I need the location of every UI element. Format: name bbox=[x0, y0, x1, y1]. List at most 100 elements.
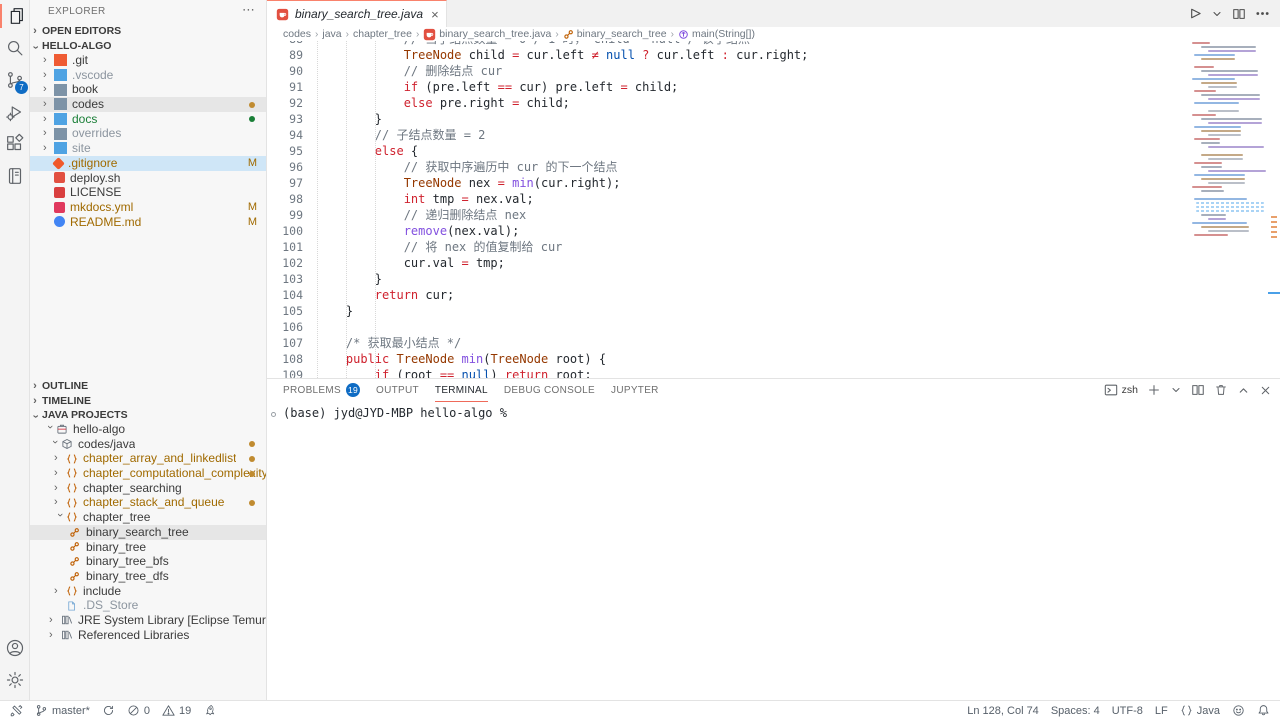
java-jre-system-library-eclipse-temurin-17-17[interactable]: › JRE System Library [Eclipse Temurin 17… bbox=[30, 613, 266, 628]
terminal-prompt[interactable]: (base) jyd@JYD-MBP hello-algo % bbox=[283, 406, 507, 420]
tab-binary-search-tree[interactable]: binary_search_tree.java × bbox=[267, 0, 447, 27]
more-actions-button[interactable] bbox=[1255, 6, 1270, 21]
breadcrumb-codes[interactable]: codes bbox=[283, 28, 311, 40]
code-editor[interactable]: 88 // 当子结点数量 = 0 / 1 时， child = null / 该… bbox=[267, 41, 1190, 378]
timeline-section[interactable]: › TIMELINE bbox=[30, 394, 266, 409]
java-ds-store[interactable]: .DS_Store bbox=[30, 598, 266, 613]
code-line-92[interactable]: 92 else pre.right = child; bbox=[267, 95, 1190, 111]
code-line-98[interactable]: 98 int tmp = nex.val; bbox=[267, 191, 1190, 207]
code-line-109[interactable]: 109 if (root == null) return root; bbox=[267, 367, 1190, 378]
java-codes-java[interactable]: › codes/java bbox=[30, 437, 266, 452]
code-line-95[interactable]: 95 else { bbox=[267, 143, 1190, 159]
jupyter-tab[interactable]: JUPYTER bbox=[611, 379, 659, 402]
file-deploy-sh[interactable]: deploy.sh bbox=[30, 171, 266, 186]
file-site[interactable]: › site bbox=[30, 141, 266, 156]
activity-account[interactable] bbox=[0, 632, 29, 664]
file-gitignore[interactable]: .gitignore M bbox=[30, 156, 266, 171]
eol[interactable]: LF bbox=[1155, 705, 1168, 717]
file-codes[interactable]: › codes bbox=[30, 97, 266, 112]
activity-settings[interactable] bbox=[0, 664, 29, 696]
sync-changes[interactable] bbox=[102, 704, 115, 717]
file-readme-md[interactable]: README.md M bbox=[30, 215, 266, 230]
code-line-104[interactable]: 104 return cur; bbox=[267, 287, 1190, 303]
feedback[interactable] bbox=[1232, 704, 1245, 717]
language-mode[interactable]: Java bbox=[1180, 704, 1220, 717]
more-actions-icon[interactable]: ⋯ bbox=[242, 2, 256, 18]
java-binary-tree-bfs[interactable]: binary_tree_bfs bbox=[30, 554, 266, 569]
java-include[interactable]: › include bbox=[30, 584, 266, 599]
java-chapter-searching[interactable]: › chapter_searching bbox=[30, 481, 266, 496]
file-git[interactable]: › .git bbox=[30, 53, 266, 68]
java-status[interactable] bbox=[203, 704, 216, 717]
outline-section[interactable]: › OUTLINE bbox=[30, 379, 266, 394]
code-line-101[interactable]: 101 // 将 nex 的值复制给 cur bbox=[267, 239, 1190, 255]
remote-indicator[interactable] bbox=[10, 704, 23, 717]
code-line-97[interactable]: 97 TreeNode nex = min(cur.right); bbox=[267, 175, 1190, 191]
code-line-90[interactable]: 90 // 删除结点 cur bbox=[267, 63, 1190, 79]
new-terminal-button[interactable] bbox=[1147, 383, 1161, 397]
code-line-93[interactable]: 93 } bbox=[267, 111, 1190, 127]
java-referenced-libraries[interactable]: › Referenced Libraries bbox=[30, 628, 266, 643]
debug-console-tab[interactable]: DEBUG CONSOLE bbox=[504, 379, 595, 402]
code-line-89[interactable]: 89 TreeNode child = cur.left ≠ null ? cu… bbox=[267, 47, 1190, 63]
code-line-100[interactable]: 100 remove(nex.val); bbox=[267, 223, 1190, 239]
breadcrumb-binary-search-tree-java[interactable]: binary_search_tree.java bbox=[423, 28, 551, 41]
code-line-91[interactable]: 91 if (pre.left == cur) pre.left = child… bbox=[267, 79, 1190, 95]
errors[interactable]: 0 bbox=[127, 704, 150, 717]
code-line-103[interactable]: 103 } bbox=[267, 271, 1190, 287]
activity-source-control[interactable]: 7 bbox=[0, 64, 29, 96]
file-license[interactable]: LICENSE bbox=[30, 185, 266, 200]
split-terminal-button[interactable] bbox=[1191, 383, 1205, 397]
indentation[interactable]: Spaces: 4 bbox=[1051, 705, 1100, 717]
terminal-tab[interactable]: TERMINAL bbox=[435, 379, 488, 402]
problems-tab[interactable]: PROBLEMS 19 bbox=[283, 379, 360, 402]
terminal-dropdown[interactable] bbox=[1170, 384, 1182, 396]
close-panel-button[interactable] bbox=[1259, 384, 1272, 397]
breadcrumb-java[interactable]: java bbox=[322, 28, 341, 40]
activity-run-debug[interactable] bbox=[0, 96, 29, 128]
java-binary-tree[interactable]: binary_tree bbox=[30, 540, 266, 555]
close-tab-icon[interactable]: × bbox=[431, 7, 439, 22]
output-tab[interactable]: OUTPUT bbox=[376, 379, 419, 402]
breadcrumb-main-string[interactable]: main(String[]) bbox=[678, 28, 755, 40]
java-hello-algo[interactable]: › hello-algo bbox=[30, 422, 266, 437]
java-projects-section[interactable]: › JAVA PROJECTS bbox=[30, 408, 266, 423]
overview-ruler[interactable] bbox=[1268, 40, 1280, 378]
breadcrumb-chapter-tree[interactable]: chapter_tree bbox=[353, 28, 412, 40]
code-line-105[interactable]: 105 } bbox=[267, 303, 1190, 319]
git-branch[interactable]: master* bbox=[35, 704, 90, 717]
activity-search[interactable] bbox=[0, 32, 29, 64]
kill-terminal-button[interactable] bbox=[1214, 383, 1228, 397]
java-chapter-array-and-linkedlist[interactable]: › chapter_array_and_linkedlist bbox=[30, 451, 266, 466]
maximize-panel-button[interactable] bbox=[1237, 384, 1250, 397]
warnings[interactable]: 19 bbox=[162, 704, 191, 717]
code-line-106[interactable]: 106 bbox=[267, 319, 1190, 335]
code-line-102[interactable]: 102 cur.val = tmp; bbox=[267, 255, 1190, 271]
activity-extensions[interactable] bbox=[0, 128, 29, 160]
java-binary-tree-dfs[interactable]: binary_tree_dfs bbox=[30, 569, 266, 584]
code-line-107[interactable]: 107 /* 获取最小结点 */ bbox=[267, 335, 1190, 351]
activity-notebook[interactable] bbox=[0, 160, 29, 192]
code-line-108[interactable]: 108 public TreeNode min(TreeNode root) { bbox=[267, 351, 1190, 367]
file-docs[interactable]: › docs bbox=[30, 112, 266, 127]
java-binary-search-tree[interactable]: binary_search_tree bbox=[30, 525, 266, 540]
code-line-94[interactable]: 94 // 子结点数量 = 2 bbox=[267, 127, 1190, 143]
run-dropdown[interactable] bbox=[1211, 8, 1223, 20]
file-book[interactable]: › book bbox=[30, 82, 266, 97]
notifications[interactable] bbox=[1257, 704, 1270, 717]
breadcrumb-binary-search-tree[interactable]: binary_search_tree bbox=[563, 28, 667, 40]
java-chapter-stack-and-queue[interactable]: › chapter_stack_and_queue bbox=[30, 495, 266, 510]
minimap[interactable] bbox=[1190, 40, 1268, 378]
run-button[interactable] bbox=[1187, 6, 1202, 21]
java-chapter-tree[interactable]: › chapter_tree bbox=[30, 510, 266, 525]
activity-explorer[interactable] bbox=[0, 0, 29, 32]
workspace-root-section[interactable]: › HELLO-ALGO bbox=[30, 39, 266, 54]
split-editor-button[interactable] bbox=[1232, 7, 1246, 21]
file-vscode[interactable]: › .vscode bbox=[30, 68, 266, 83]
java-chapter-computational-complexity[interactable]: › chapter_computational_complexity bbox=[30, 466, 266, 481]
shell-selector[interactable]: zsh bbox=[1104, 383, 1138, 397]
open-editors-section[interactable]: › OPEN EDITORS bbox=[30, 24, 266, 39]
cursor-position[interactable]: Ln 128, Col 74 bbox=[967, 705, 1039, 717]
encoding[interactable]: UTF-8 bbox=[1112, 705, 1143, 717]
file-mkdocs-yml[interactable]: mkdocs.yml M bbox=[30, 200, 266, 215]
